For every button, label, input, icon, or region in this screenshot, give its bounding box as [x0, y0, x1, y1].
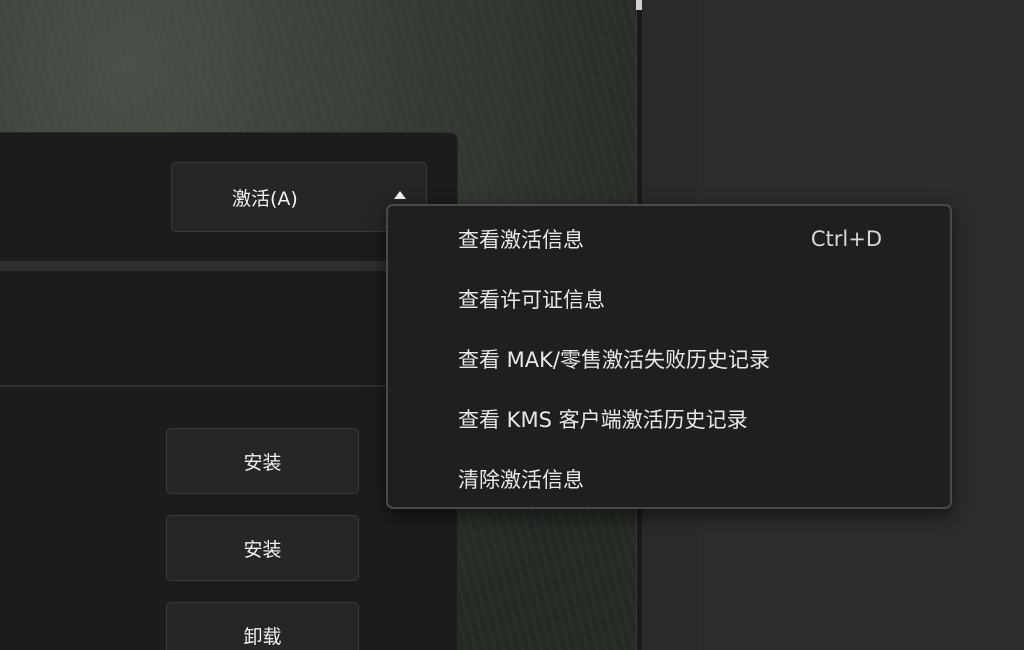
- activate-button-label: 激活(A): [232, 187, 298, 210]
- install-button-2-label: 安装: [243, 538, 282, 561]
- chevron-up-icon: [394, 191, 406, 199]
- uninstall-button-label: 卸载: [243, 625, 282, 648]
- menu-item-view-license-info[interactable]: 查看许可证信息: [388, 270, 950, 328]
- menu-item-view-kms-client-history[interactable]: 查看 KMS 客户端激活历史记录: [388, 390, 950, 448]
- menu-item-label: 查看激活信息: [458, 228, 584, 252]
- install-button-1[interactable]: 安装: [166, 428, 359, 494]
- menu-item-label: 查看 KMS 客户端激活历史记录: [458, 408, 748, 432]
- activation-context-menu: 查看激活信息 Ctrl+D 查看许可证信息 查看 MAK/零售激活失败历史记录 …: [386, 204, 952, 509]
- menu-item-view-mak-retail-failure-history[interactable]: 查看 MAK/零售激活失败历史记录: [388, 330, 950, 388]
- menu-item-clear-activation-info[interactable]: 清除激活信息: [388, 450, 950, 508]
- menu-item-label: 清除激活信息: [458, 468, 584, 492]
- uninstall-button[interactable]: 卸载: [166, 602, 359, 650]
- menu-item-view-activation-info[interactable]: 查看激活信息 Ctrl+D: [388, 210, 950, 268]
- install-button-1-label: 安装: [243, 451, 282, 474]
- install-button-2[interactable]: 安装: [166, 515, 359, 581]
- menu-item-label: 查看许可证信息: [458, 288, 605, 312]
- menu-item-shortcut: Ctrl+D: [810, 227, 882, 251]
- menu-item-label: 查看 MAK/零售激活失败历史记录: [458, 348, 771, 372]
